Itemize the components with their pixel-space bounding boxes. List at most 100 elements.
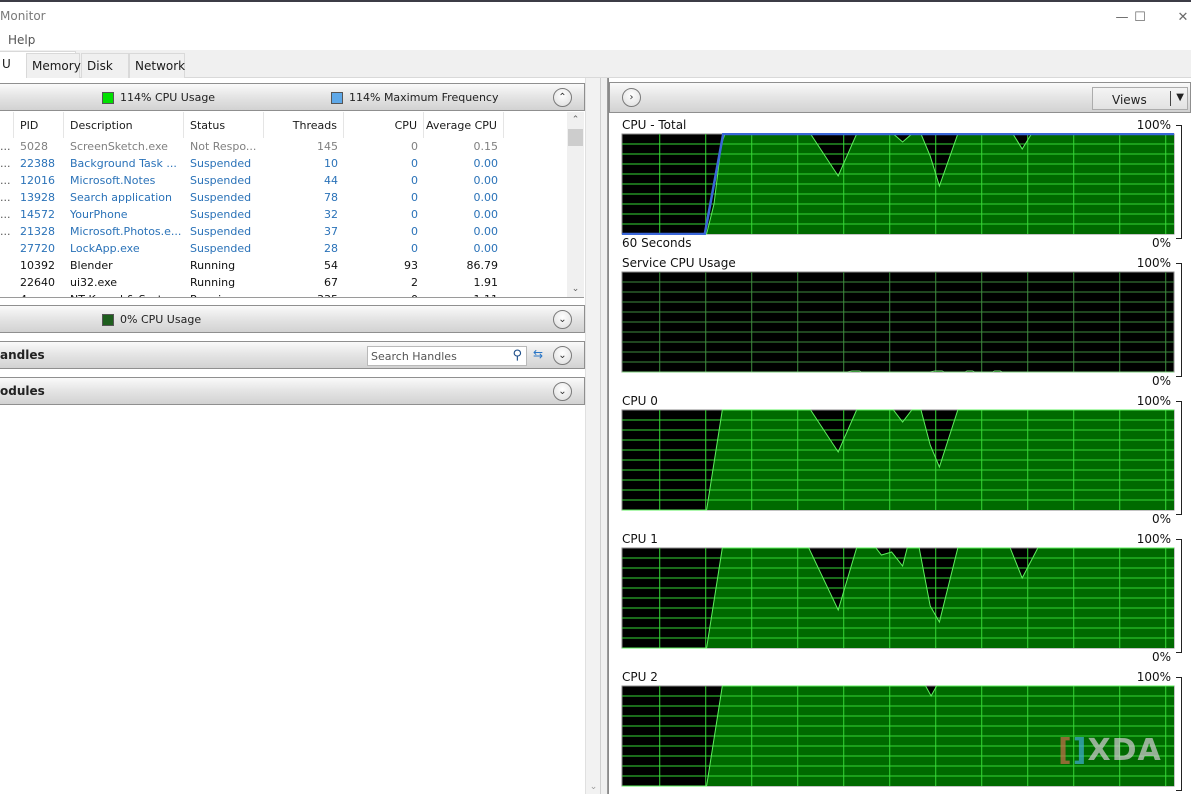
xda-watermark-logo: []XDA [1058,733,1162,768]
cell-cpu: 0 [411,242,418,255]
col-description[interactable]: Description [64,112,184,138]
cell-cpu: 0 [411,208,418,221]
cell-description: YourPhone [70,208,128,221]
cell-name: ... [0,225,11,238]
services-section-header[interactable]: 0% CPU Usage ⌄ [0,305,585,333]
scroll-down-icon[interactable]: ⌄ [586,782,601,792]
search-icon[interactable]: ⚲ [512,348,522,363]
cpu-section-header[interactable]: 114% CPU Usage 114% Maximum Frequency ⌃ [0,83,585,111]
services-cpu-text: 0% CPU Usage [120,313,202,326]
search-handles-placeholder: Search Handles [371,350,457,363]
col-cpu[interactable]: CPU [344,112,424,138]
scroll-down-icon[interactable]: ⌄ [567,281,584,297]
left-pane-scrollbar[interactable]: ⌄ [585,78,600,794]
pane-splitter[interactable] [600,78,608,794]
table-row[interactable]: ... 5028 ScreenSketch.exe Not Respo... 145 0 0… [0,138,567,155]
cell-avg-cpu: 0.00 [473,242,499,255]
graph-max-label: 100% [1136,256,1171,270]
table-row[interactable]: 4NT Kernel & SystemRunning33501.11 [0,291,567,297]
cell-pid: 22640 [20,276,55,289]
cell-status: Suspended [190,191,252,204]
right-pane: › Views ▼ CPU - Total 100% 0% 60 Seconds Ser… [608,78,1191,794]
table-row[interactable]: 22640 ui32.exe Running 67 2 1.91 [0,274,567,291]
cell-threads: 335 [264,293,344,297]
table-row[interactable]: 27720 LockApp.exe Suspended 28 0 0.00 [0,240,567,257]
col-pid[interactable]: PID [14,112,64,138]
handles-section-header[interactable]: andles Search Handles ⚲ ⇆ ⌄ [0,341,585,369]
cell-avg-cpu: 0.00 [473,208,499,221]
cell-pid: 27720 [20,242,55,255]
cell-threads: 54 [324,259,338,272]
table-row[interactable]: 10392 Blender Running 54 93 86.79 [0,257,567,274]
cpu-usage-swatch [102,91,114,104]
cell-name: ... [0,174,11,187]
collapse-chevron-up-icon[interactable]: ⌃ [553,88,572,107]
cell-status: Suspended [190,157,252,170]
tab-memory[interactable]: Memory [26,53,81,78]
views-dropdown[interactable]: Views ▼ [1092,87,1188,110]
search-handles-input[interactable]: Search Handles ⚲ [367,346,527,366]
graph-time-label: 60 Seconds [622,236,692,250]
cpu-usage-text: 114% CPU Usage [120,91,216,104]
expand-chevron-down-icon[interactable]: ⌄ [553,346,572,365]
cell-pid: 22388 [20,157,55,170]
cell-threads: 10 [324,157,338,170]
table-row[interactable]: ... 22388 Background Task ... Suspended 10 0 0… [0,155,567,172]
graph-title: CPU 0 [622,394,658,408]
cell-description: NT Kernel & System [64,293,184,297]
scale-bracket [1176,401,1182,515]
expand-chevron-down-icon[interactable]: ⌄ [553,382,572,401]
col-threads[interactable]: Threads [264,112,344,138]
cell-name: ... [0,208,11,221]
cell-pid: 4 [14,293,64,297]
scroll-up-icon[interactable]: ⌃ [567,112,584,129]
table-row[interactable]: ... 21328 Microsoft.Photos.e... Suspended 37… [0,223,567,240]
tab-disk[interactable]: Disk [81,53,129,78]
modules-title: odules [0,384,45,398]
title-bar: Monitor — ☐ ✕ [0,2,1191,30]
graph-max-label: 100% [1136,670,1171,684]
graph-title: CPU 2 [622,670,658,684]
table-scrollbar[interactable]: ⌃ ⌄ [567,112,584,297]
scale-bracket [1176,263,1182,377]
cell-cpu: 93 [404,259,418,272]
scroll-thumb[interactable] [568,129,583,146]
modules-section-header[interactable]: odules ⌄ [0,377,585,405]
cell-pid: 14572 [20,208,55,221]
maximize-button[interactable]: ☐ [1117,6,1163,28]
cell-avg-cpu: 1.91 [473,276,499,289]
cell-threads: 145 [317,140,338,153]
scale-bracket [1176,677,1182,791]
handles-title: andles [0,348,45,362]
process-table: PID Description Status ⌃ Threads CPU Ave… [0,112,584,298]
dropdown-arrow-icon[interactable]: ▼ [1176,92,1184,103]
collapse-right-pane-chevron-icon[interactable]: › [622,88,641,107]
menu-bar: Help [0,30,1191,50]
graph-min-label: 0% [1151,374,1171,388]
cell-threads: 28 [324,242,338,255]
graph-max-label: 100% [1136,118,1171,132]
col-image[interactable] [0,112,14,138]
graph-plot [621,547,1175,649]
table-row[interactable]: ... 12016 Microsoft.Notes Suspended 44 0 0.00 [0,172,567,189]
graph-cpu-total: CPU - Total 100% 0% 60 Seconds [609,118,1191,250]
cell-description: ui32.exe [70,276,118,289]
cell-description: LockApp.exe [70,242,140,255]
refresh-search-icon[interactable]: ⇆ [529,347,547,365]
table-row[interactable]: ... 13928 Search application Suspended 78 0 0.… [0,189,567,206]
cell-status: Suspended [190,174,252,187]
window-title: Monitor [0,9,46,23]
close-button[interactable]: ✕ [1160,6,1191,28]
cell-cpu: 0 [411,174,418,187]
expand-chevron-down-icon[interactable]: ⌄ [553,310,572,329]
views-separator [1170,91,1171,106]
cell-description: Search application [70,191,172,204]
cell-avg-cpu: 86.79 [466,259,499,272]
tab-network[interactable]: Network [129,53,185,78]
graph-title: Service CPU Usage [622,256,736,270]
col-average-cpu[interactable]: Average CPU [424,112,504,138]
cpu-usage-legend: 114% CPU Usage [102,91,215,104]
graph-plot [621,133,1175,235]
menu-help[interactable]: Help [8,33,35,47]
table-row[interactable]: ... 14572 YourPhone Suspended 32 0 0.00 [0,206,567,223]
